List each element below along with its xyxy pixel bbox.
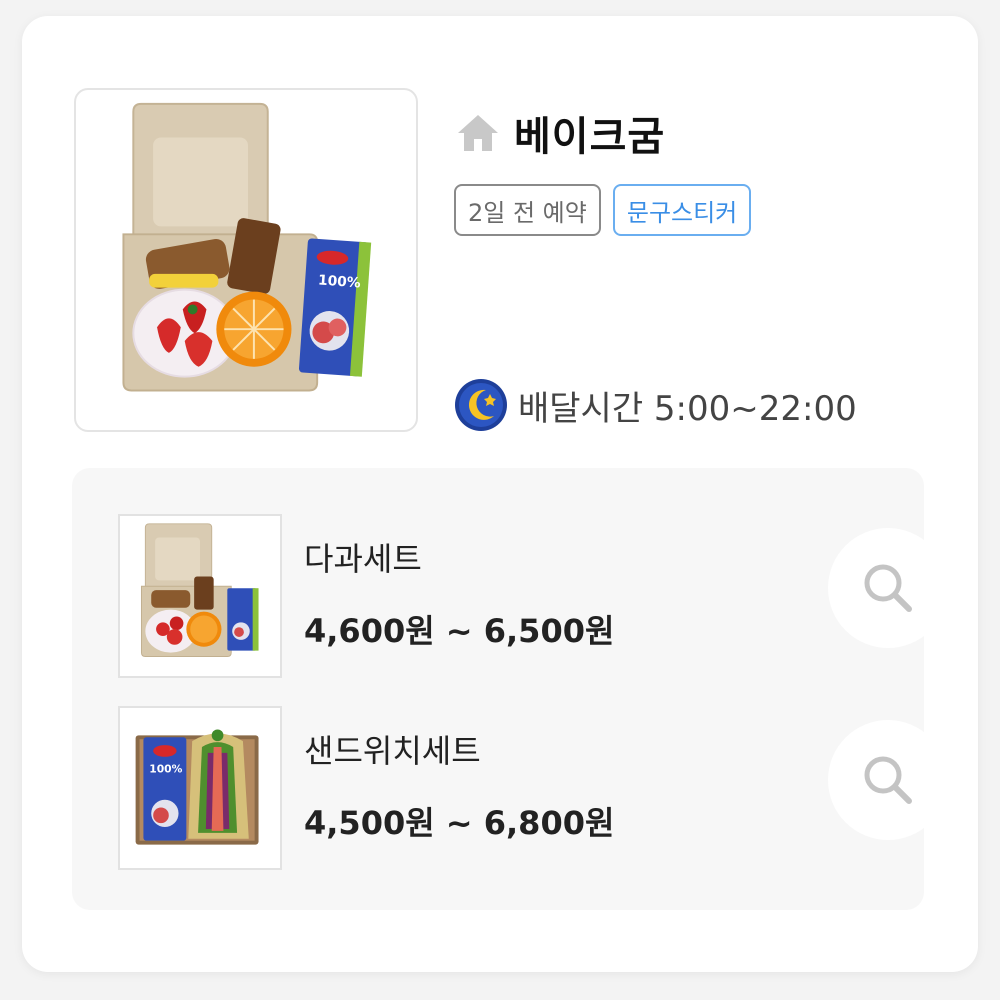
store-tags: 2일 전 예약 문구스티커 <box>454 184 752 236</box>
menu-item-thumbnail[interactable] <box>118 514 282 678</box>
store-card: 100% 베이크굼 2일 전 예약 문구스티커 배달시간 5:00~22:00 <box>22 16 978 972</box>
search-icon <box>864 756 912 804</box>
search-icon <box>864 564 912 612</box>
search-button[interactable] <box>828 528 948 648</box>
svg-text:100%: 100% <box>149 762 182 775</box>
moon-icon <box>455 379 507 431</box>
snack-set-image <box>140 523 259 657</box>
menu-item[interactable]: 다과세트 4,600원 ~ 6,500원 <box>118 514 948 678</box>
snack-box-image: 100% <box>122 102 372 392</box>
delivery-time-text: 배달시간 5:00~22:00 <box>518 388 857 429</box>
menu-item-name: 샌드위치세트 <box>304 732 481 770</box>
menu-item-name: 다과세트 <box>304 540 422 578</box>
search-button[interactable] <box>828 720 948 840</box>
store-hero-image[interactable]: 100% <box>74 88 418 432</box>
sandwich-set-image: 100% <box>135 729 259 845</box>
store-name: 베이크굼 <box>514 114 666 160</box>
menu-item-price: 4,500원 ~ 6,800원 <box>304 804 615 842</box>
menu-item-thumbnail[interactable]: 100% <box>118 706 282 870</box>
tag-sticker: 문구스티커 <box>612 184 752 236</box>
svg-text:100%: 100% <box>317 272 361 291</box>
menu-item[interactable]: 100% 샌드위치세트 4,500원 ~ 6,800원 <box>118 706 948 870</box>
menu-list: 다과세트 4,600원 ~ 6,500원 100% 샌드위치세트 4,500원 … <box>72 468 948 910</box>
home-icon <box>458 115 498 151</box>
delivery-time: 배달시간 5:00~22:00 <box>454 378 857 432</box>
tag-reservation: 2일 전 예약 <box>454 184 601 236</box>
store-title-row: 베이크굼 <box>454 104 665 162</box>
menu-item-price: 4,600원 ~ 6,500원 <box>304 612 615 650</box>
